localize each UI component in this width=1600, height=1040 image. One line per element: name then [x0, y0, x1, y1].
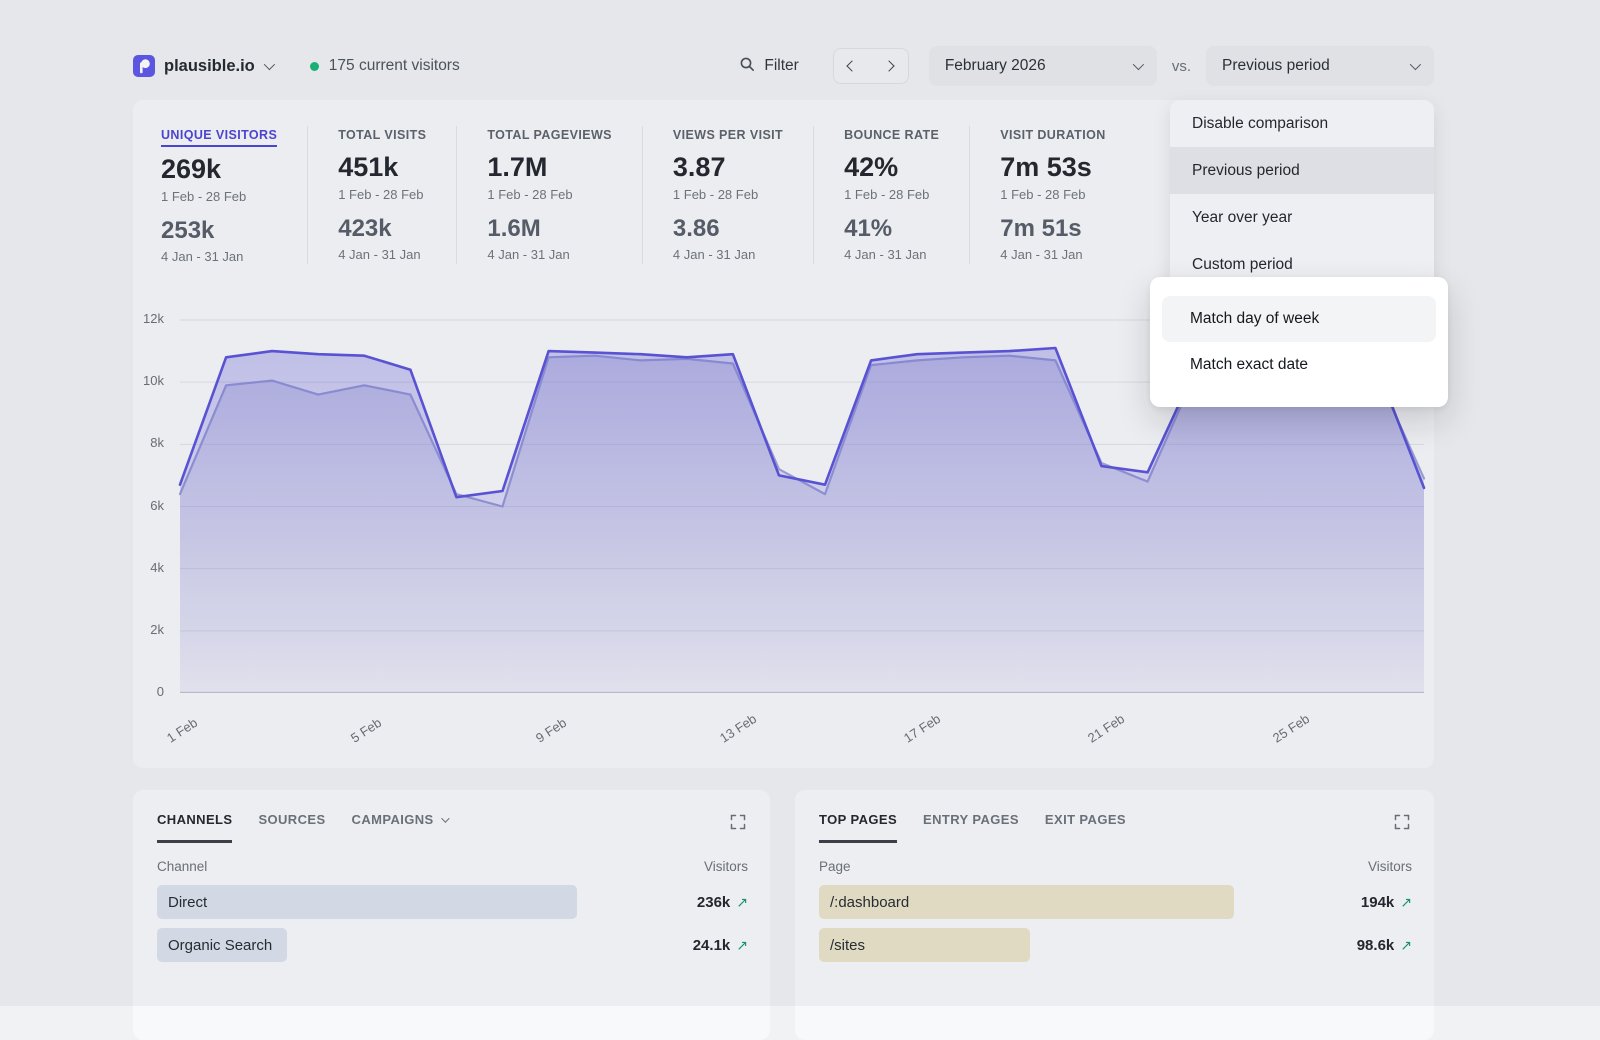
menu-item-match-day-of-week[interactable]: Match day of week [1162, 296, 1436, 342]
dim-overlay [0, 0, 1600, 1006]
match-popup: Match day of week Match exact date [1150, 277, 1448, 407]
menu-item-match-exact-date[interactable]: Match exact date [1162, 342, 1436, 388]
